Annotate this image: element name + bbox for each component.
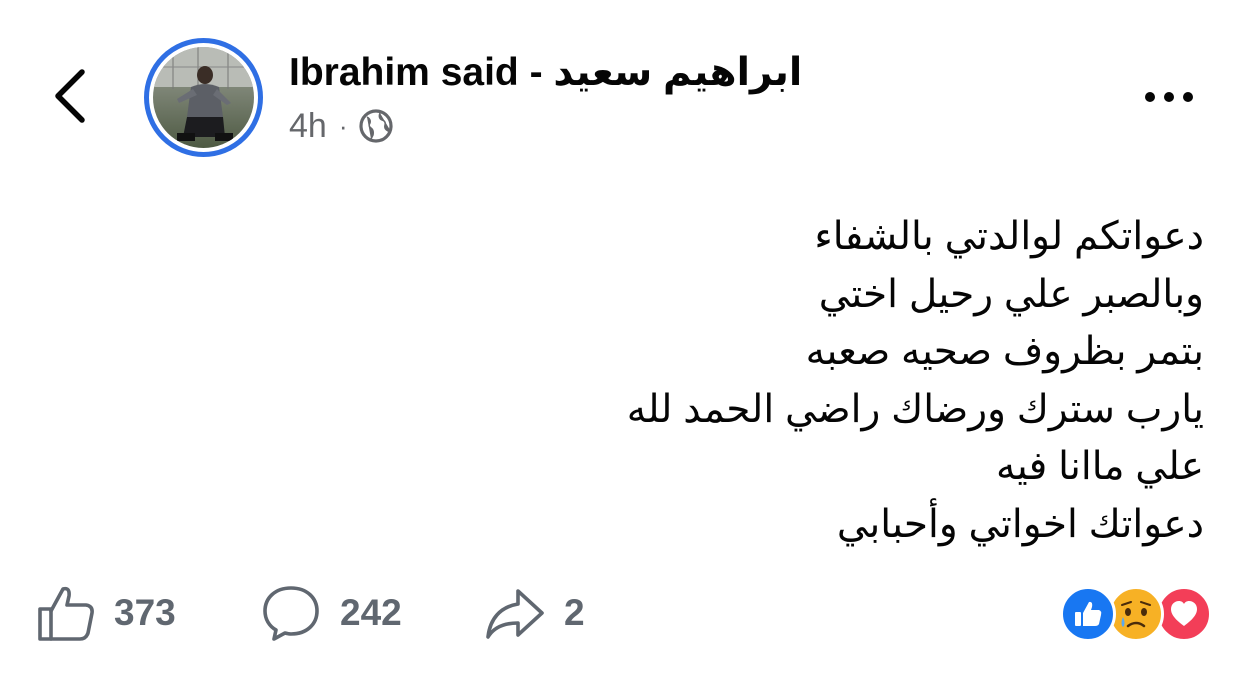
meta-separator: · [338,110,348,141]
post-actions: 373 242 2 [0,578,700,648]
like-count: 373 [114,592,176,633]
post-line: وبالصبر علي رحيل اختي [818,272,1204,316]
share-count: 2 [564,592,585,633]
post-line: علي ماانا فيه [995,445,1204,488]
thumbs-up-icon [38,586,94,641]
comment-count: 242 [340,592,402,633]
comment-button[interactable]: 242 [260,578,402,648]
reactions-summary[interactable] [1060,586,1212,642]
more-horizontal-icon [1145,92,1193,102]
share-button[interactable]: 2 [484,578,585,648]
author-name[interactable]: Ibrahim said - ابراهيم سعيد [289,48,802,98]
back-button[interactable] [44,62,104,130]
post-line: دعواتكم لوالدتي بالشفاء [814,215,1204,258]
comment-icon [263,586,319,641]
share-icon [486,589,544,639]
post-body: دعواتكم لوالدتي بالشفاء وبالصبر علي رحيل… [504,208,1204,553]
like-button[interactable]: 373 [36,578,176,648]
profile-avatar[interactable] [144,38,263,157]
like-reaction-icon [1060,586,1116,642]
post-time[interactable]: 4h [289,107,327,146]
chevron-left-icon [55,69,85,123]
love-reaction-icon [1156,586,1212,642]
globe-icon[interactable] [358,108,394,144]
more-options-button[interactable] [1136,80,1202,114]
post-meta: 4h · [289,104,394,148]
post-line: دعواتك اخواتي وأحبابي [836,502,1204,546]
avatar [153,47,254,148]
sad-reaction-icon [1108,586,1164,642]
post-line: بتمر بظروف صحيه صعبه [805,330,1204,373]
post-line: يارب سترك ورضاك راضي الحمد لله [626,387,1204,431]
